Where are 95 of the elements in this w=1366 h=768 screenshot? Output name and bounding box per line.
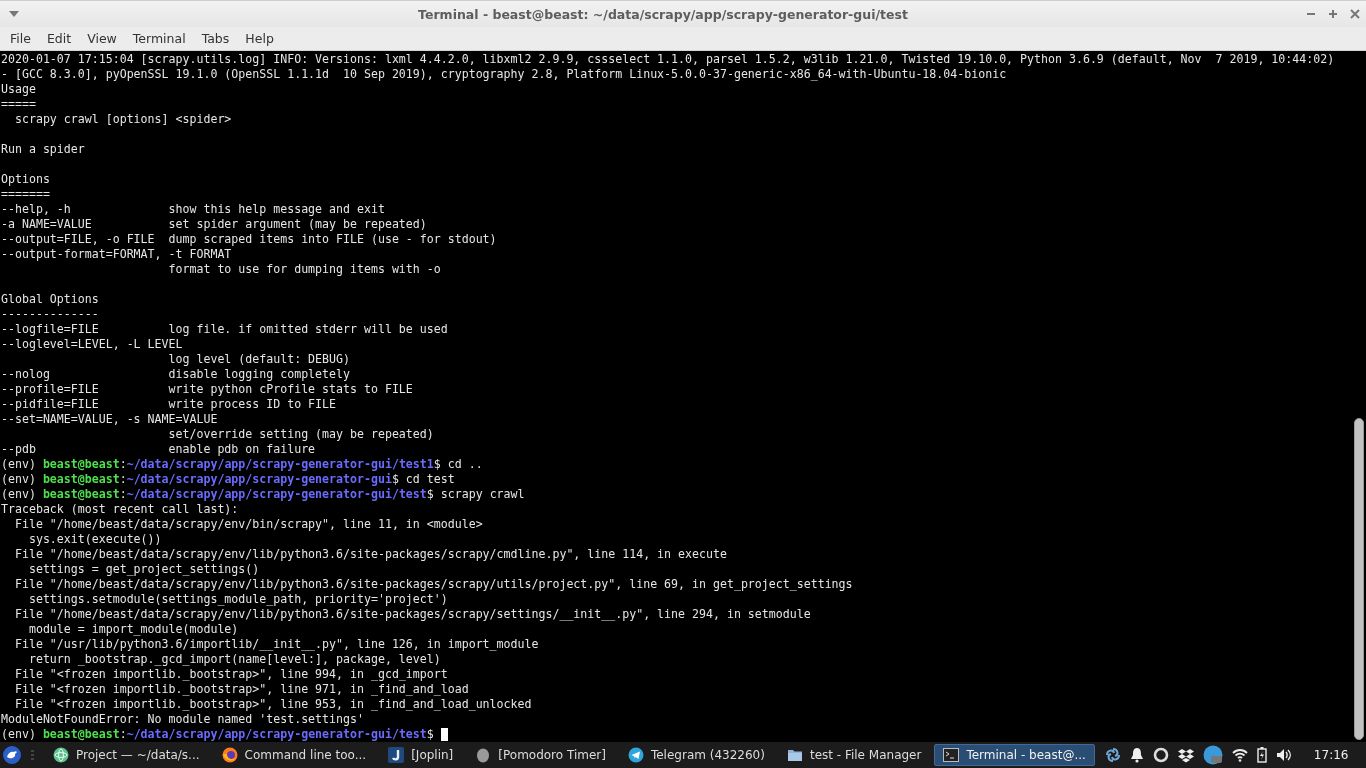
terminal-line: =======: [1, 187, 50, 202]
prompt-separator: :: [119, 457, 127, 472]
folder-icon: [786, 747, 803, 763]
terminal-line: settings.setmodule(settings_module_path, priority='project'): [27, 592, 448, 607]
scrollbar-thumb[interactable]: [1354, 418, 1364, 740]
terminal-line: sys.exit(execute()): [27, 532, 162, 547]
window-title: Terminal - beast@beast: ~/data/scrapy/app/scrapy-generator-gui/test: [417, 6, 909, 22]
terminal-line: log level (default: DEBUG): [167, 352, 350, 367]
weather-icon[interactable]: [1202, 745, 1223, 765]
terminal-line: --set=NAME=VALUE, -s NAME=VALUE: [1, 412, 218, 427]
taskbar-button[interactable]: [Pomodoro Timer]: [466, 744, 615, 766]
terminal-line: Usage: [1, 82, 36, 97]
prompt-command: $ cd ..: [433, 457, 483, 472]
menu-item[interactable]: Terminal: [125, 31, 194, 46]
terminal-line: File "/usr/lib/python3.6/importlib/__init__.py", line 126, in import_module: [13, 637, 539, 652]
maximize-icon[interactable]: [1328, 9, 1338, 19]
taskbar-button[interactable]: [Joplin]: [379, 744, 463, 766]
prompt-separator: :: [119, 727, 127, 742]
terminal-line: --nolog disable logging completely: [1, 367, 350, 382]
terminal-line: set/override setting (may be repeated): [167, 427, 434, 442]
taskbar-button[interactable]: Project — ~/data/s...: [44, 744, 209, 766]
menu-item[interactable]: Edit: [39, 31, 80, 46]
terminal-line: 2020-01-07 17:15:04 [scrapy.utils.log] INFO: Versions: lxml 4.4.2.0, libxml2 2.9.9, cssselect 1.1.0, parsel 1.5.2, w3lib 1.21.0, Twisted 19.10.0, Python 3.6.9 (default, Nov 7 2019, 10:44:02): [1, 52, 1335, 67]
close-icon[interactable]: [1350, 9, 1360, 19]
terminal-line: Options: [1, 172, 50, 187]
swirl-icon[interactable]: [1104, 747, 1121, 763]
terminal-line: ModuleNotFoundError: No module named 'test.settings': [1, 712, 364, 727]
terminal-line: --help, -h show this help message and exit: [1, 202, 385, 217]
terminal-line: scrapy crawl [options] <spider>: [13, 112, 232, 127]
terminal-line: File "/home/beast/data/scrapy/env/lib/python3.6/site-packages/scrapy/cmdline.py", line 114, in execute: [13, 547, 727, 562]
terminal-line: --profile=FILE write python cProfile stats to FILE: [1, 382, 413, 397]
start-menu-icon[interactable]: [3, 746, 21, 764]
prompt-env: (env): [1, 457, 37, 472]
menu-item[interactable]: View: [80, 31, 125, 46]
terminal-line: --output-format=FORMAT, -t FORMAT: [1, 247, 232, 262]
terminal-line: - [GCC 8.3.0], pyOpenSSL 19.1.0 (OpenSSL 1.1.1d 10 Sep 2019), cryptography 2.8, Platform Linux-5.0.0-37-generic-x86_64-with-Ubuntu-18.04-bionic: [1, 67, 1007, 82]
terminal-line: Traceback (most recent call last):: [1, 502, 239, 517]
terminal-line: --loglevel=LEVEL, -L LEVEL: [1, 337, 183, 352]
prompt-separator: :: [119, 487, 127, 502]
prompt-command: $ scrapy crawl: [426, 487, 525, 502]
prompt-path: ~/data/scrapy/app/scrapy-generator-gui/test: [126, 727, 427, 742]
clock[interactable]: 17:16: [1313, 748, 1349, 762]
prompt-env: (env): [1, 472, 37, 487]
prompt-env: (env): [1, 487, 37, 502]
menu-item[interactable]: Tabs: [194, 31, 238, 46]
terminal-line: File "/home/beast/data/scrapy/env/lib/python3.6/site-packages/scrapy/settings/__init__.py", line 294, in setmodule: [13, 607, 811, 622]
prompt-path: ~/data/scrapy/app/scrapy-generator-gui: [126, 472, 392, 487]
terminal-line: --------------: [1, 307, 99, 322]
terminal-line: format to use for dumping items with -o: [167, 262, 441, 277]
terminal-line: --logfile=FILE log file. if omitted stderr will be used: [1, 322, 448, 337]
terminal-line: --pidfile=FILE write process ID to FILE: [1, 397, 337, 412]
terminal-line: settings = get_project_settings(): [27, 562, 260, 577]
terminal-line: File "<frozen importlib._bootstrap>", line 994, in _gcd_import: [13, 667, 448, 682]
taskbar-button[interactable]: Command line too...: [212, 744, 376, 766]
bell-icon[interactable]: [1129, 747, 1144, 763]
window-menu-icon[interactable]: [8, 10, 20, 18]
letter-j-icon: [388, 747, 405, 763]
terminal-line: Run a spider: [1, 142, 85, 157]
grip-icon: [31, 750, 34, 760]
prompt-user: beast@beast: [42, 457, 120, 472]
prompt-separator: :: [119, 472, 127, 487]
terminal-icon: [943, 747, 960, 763]
terminal-line: module = import_module(module): [27, 622, 239, 637]
menu-item[interactable]: File: [3, 31, 39, 46]
wifi-icon[interactable]: [1231, 748, 1248, 762]
taskbar-button[interactable]: Telegram (432260): [618, 744, 774, 766]
taskbar-button[interactable]: test - File Manager: [777, 744, 931, 766]
prompt-user: beast@beast: [42, 472, 120, 487]
terminal-line: File "/home/beast/data/scrapy/env/lib/python3.6/site-packages/scrapy/utils/project.py", line 69, in get_project_settings: [13, 577, 853, 592]
paper-plane-icon: [627, 747, 644, 763]
prompt-env: (env): [1, 727, 37, 742]
terminal-line: File "/home/beast/data/scrapy/env/bin/scrapy", line 11, in <module>: [13, 517, 483, 532]
atom-icon: [53, 747, 69, 763]
terminal-line: -a NAME=VALUE set spider argument (may be repeated): [1, 217, 427, 232]
egg-icon: [475, 747, 492, 763]
prompt-command: $: [426, 727, 434, 742]
terminal-line: Global Options: [1, 292, 99, 307]
ring-icon[interactable]: [1152, 747, 1169, 763]
terminal-line: File "<frozen importlib._bootstrap>", line 971, in _find_and_load: [13, 682, 469, 697]
prompt-user: beast@beast: [42, 727, 120, 742]
prompt-user: beast@beast: [42, 487, 120, 502]
prompt-path: ~/data/scrapy/app/scrapy-generator-gui/test1: [126, 457, 434, 472]
dropbox-icon[interactable]: [1177, 747, 1194, 763]
browser-icon: [221, 747, 238, 763]
prompt-path: ~/data/scrapy/app/scrapy-generator-gui/test: [126, 487, 427, 502]
volume-icon[interactable]: [1275, 748, 1292, 762]
prompt-command: $ cd test: [391, 472, 455, 487]
terminal-line: --output=FILE, -o FILE dump scraped items into FILE (use - for stdout): [1, 232, 497, 247]
battery-icon[interactable]: [1256, 747, 1267, 763]
menu-item[interactable]: Help: [238, 31, 282, 46]
taskbar-button[interactable]: Terminal - beast@...: [934, 744, 1095, 766]
terminal-line: return _bootstrap._gcd_import(name[level:], package, level): [27, 652, 441, 667]
terminal-line: File "<frozen importlib._bootstrap>", line 953, in _find_and_load_unlocked: [13, 697, 532, 712]
terminal-line: --pdb enable pdb on failure: [1, 442, 316, 457]
terminal-line: =====: [1, 97, 36, 112]
